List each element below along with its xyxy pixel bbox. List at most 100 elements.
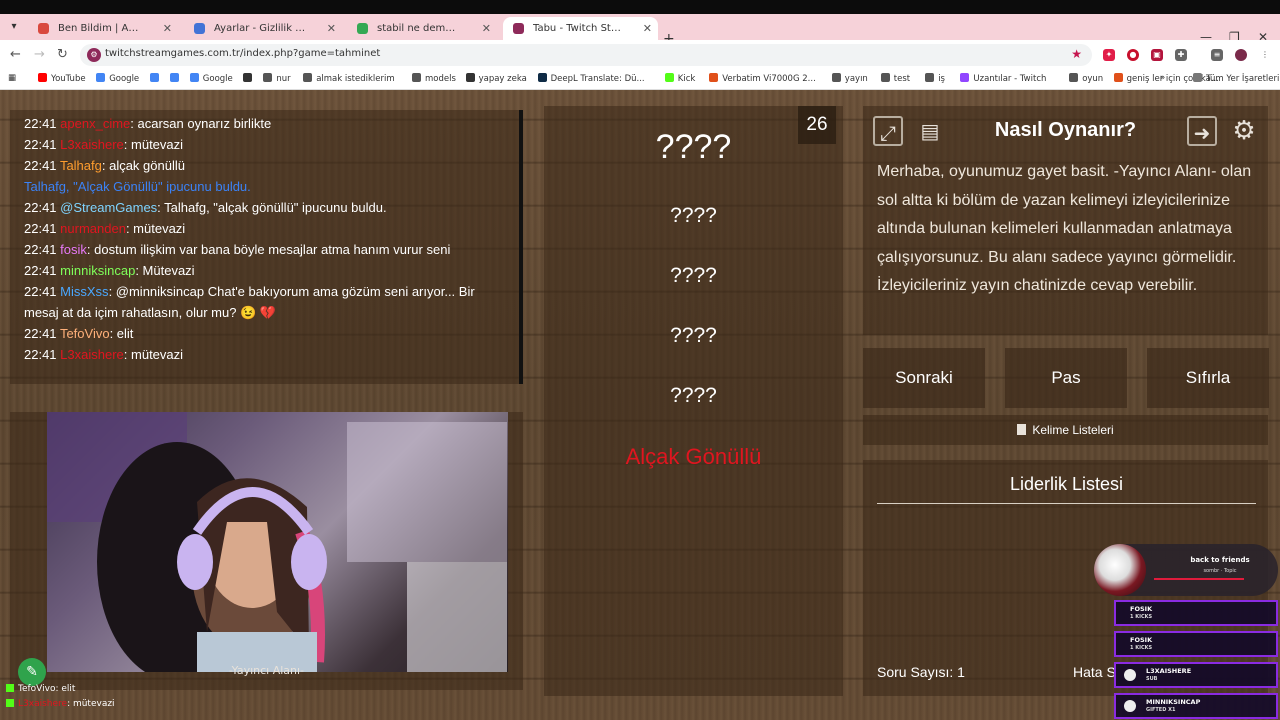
chat-text: : mütevazi [123,137,184,152]
tab-close-icon[interactable]: ✕ [482,17,491,40]
chat-message: 22:41 L3xaishere: mütevazi [24,344,509,365]
chat-username[interactable]: Talhafg, [24,179,70,194]
bookmark-star-icon[interactable]: ★ [1071,47,1082,61]
bookmark-item[interactable]: YouTube [38,73,86,84]
chat-panel: 22:41 apenx_cime: acarsan oynarız birlik… [10,110,523,384]
chat-scrollbar[interactable] [519,110,523,384]
tab-favicon-icon [513,23,524,34]
url-text[interactable]: twitchstreamgames.com.tr/index.php?game=… [105,48,380,59]
bookmark-icon [169,73,179,82]
bookmark-item[interactable]: iş [925,73,945,84]
user-icon [1124,700,1136,712]
chat-username[interactable]: @StreamGames [60,200,157,215]
extension-icon[interactable]: ✦ [1103,49,1115,61]
hidden-word: ???? [670,264,717,287]
extensions-puzzle-icon[interactable]: ✚ [1175,49,1187,61]
alert-detail: 1 KICKS [1130,645,1153,651]
bookmark-item[interactable]: DeepL Translate: Dü... [537,73,645,84]
chat-time: 22:41 [24,158,57,173]
chat-username[interactable]: TefoVivo [60,326,110,341]
reload-icon[interactable]: ↻ [57,47,68,62]
all-bookmarks-folder[interactable]: Tüm Yer İşaretleri [1193,73,1279,84]
chat-username[interactable]: apenx_cime [60,116,130,131]
chat-username[interactable]: L3xaishere [60,137,124,152]
next-button[interactable]: Sonraki [863,348,985,408]
reading-list-icon[interactable]: ≡ [1211,49,1223,61]
apps-grid-icon[interactable]: ▦ [8,73,16,83]
bookmark-item[interactable]: almak istediklerim [303,73,395,84]
mini-chat-line: L3xaishere: mütevazi [6,697,115,712]
reset-button[interactable]: Sıfırla [1147,348,1269,408]
site-info-icon[interactable]: ⚙ [87,48,101,62]
chat-time: 22:41 [24,263,57,278]
bookmark-icon [960,73,970,82]
bookmark-label: oyun [1082,74,1104,84]
more-bookmarks-icon[interactable]: » [1160,73,1165,83]
mini-chat-username: TefoVivo [18,684,56,694]
chat-time: 22:41 [24,221,57,236]
browser-tab[interactable]: Tabu - Twitch Stream Games✕ [503,17,658,40]
browser-tab[interactable]: Ayarlar - Gizlilik ve güvenlik✕ [184,17,342,40]
chat-username[interactable]: L3xaishere [60,347,124,362]
tab-title: stabil ne demek - Google'da Ar [377,23,489,34]
forward-icon[interactable]: → [34,47,45,62]
bookmark-item[interactable]: oyun [1069,73,1103,84]
bookmark-item[interactable] [149,73,163,84]
chat-message: 22:41 MissXss: @minniksincap Chat'e bakı… [24,281,509,323]
browser-tab[interactable]: stabil ne demek - Google'da Ar✕ [347,17,497,40]
bookmark-item[interactable]: test [880,73,910,84]
bookmark-icon [709,73,719,82]
tab-close-icon[interactable]: ✕ [327,17,336,40]
chat-username[interactable]: nurmanden [60,221,126,236]
found-answer: Alçak Gönüllü [625,444,762,469]
bookmark-item[interactable]: Google [96,73,139,84]
alert-detail: 1 KICKS [1130,614,1153,620]
chat-username[interactable]: fosik [60,242,87,257]
back-icon[interactable]: ← [10,47,21,62]
tab-title: Ayarlar - Gizlilik ve güvenlik [214,23,334,34]
tab-close-icon[interactable]: ✕ [163,17,172,40]
bookmark-item[interactable]: Verbatim Vi7000G 2... [709,73,816,84]
settings-gear-icon[interactable]: ⚙ [1229,116,1259,146]
chat-message: Talhafg, "Alçak Gönüllü" ipucunu buldu. [24,176,509,197]
bookmark-item[interactable]: Kick [664,73,695,84]
mini-chat-username: L3xaishere [18,699,68,709]
bookmark-icon [38,73,47,82]
chat-message: 22:41 TefoVivo: elit [24,323,509,344]
bookmark-item[interactable]: Uzantılar - Twitch [960,73,1046,84]
profile-avatar[interactable] [1235,49,1247,61]
bookmark-item[interactable] [169,73,183,84]
chat-username[interactable]: minniksincap [60,263,135,278]
tab-search-button[interactable]: ▾ [6,19,22,35]
tab-bar: ▾ Ben Bildim | Arkadaşlarınla Onl✕ Ayarla… [0,14,1280,47]
bookmark-item[interactable]: yayın [831,73,868,84]
logout-icon[interactable]: ➜ [1187,116,1217,146]
chat-message: 22:41 @StreamGames: Talhafg, "alçak gönü… [24,197,509,218]
extension-icon[interactable]: ● [1127,49,1139,61]
chat-time: 22:41 [24,242,57,257]
chat-message: 22:41 apenx_cime: acarsan oynarız birlik… [24,113,509,134]
bookmark-item[interactable] [243,73,256,84]
mini-chat-text: : elit [55,684,76,694]
bookmark-item[interactable]: nur [263,73,291,84]
tab-favicon-icon [357,23,368,34]
omnibox[interactable]: ⚙ twitchstreamgames.com.tr/index.php?gam… [80,44,1092,66]
extension-icon[interactable]: ▣ [1151,49,1163,61]
bookmark-item[interactable]: models [412,73,456,84]
bookmark-icon [303,73,313,82]
chat-username[interactable]: Talhafg [60,158,102,173]
bookmark-item[interactable]: Google [189,73,233,84]
streamer-area-label: -Yayıncı Alanı- [228,664,305,677]
game-page: 22:41 apenx_cime: acarsan oynarız birlik… [0,90,1280,720]
bookmark-item[interactable]: yapay zeka [465,73,527,84]
kick-icon [6,699,14,707]
pass-button[interactable]: Pas [1005,348,1127,408]
chat-username[interactable]: MissXss [60,284,108,299]
tab-close-icon[interactable]: ✕ [643,17,652,40]
mini-chat-line: TefoVivo: elit [6,682,115,697]
word-lists-button[interactable]: Kelime Listeleri [863,415,1268,445]
menu-icon[interactable]: ⋮ [1259,49,1271,61]
camera-panel: -Yayıncı Alanı- [10,412,523,690]
kick-alert: FOSIK 1 KICKS [1114,600,1278,626]
browser-tab[interactable]: Ben Bildim | Arkadaşlarınla Onl✕ [28,17,178,40]
